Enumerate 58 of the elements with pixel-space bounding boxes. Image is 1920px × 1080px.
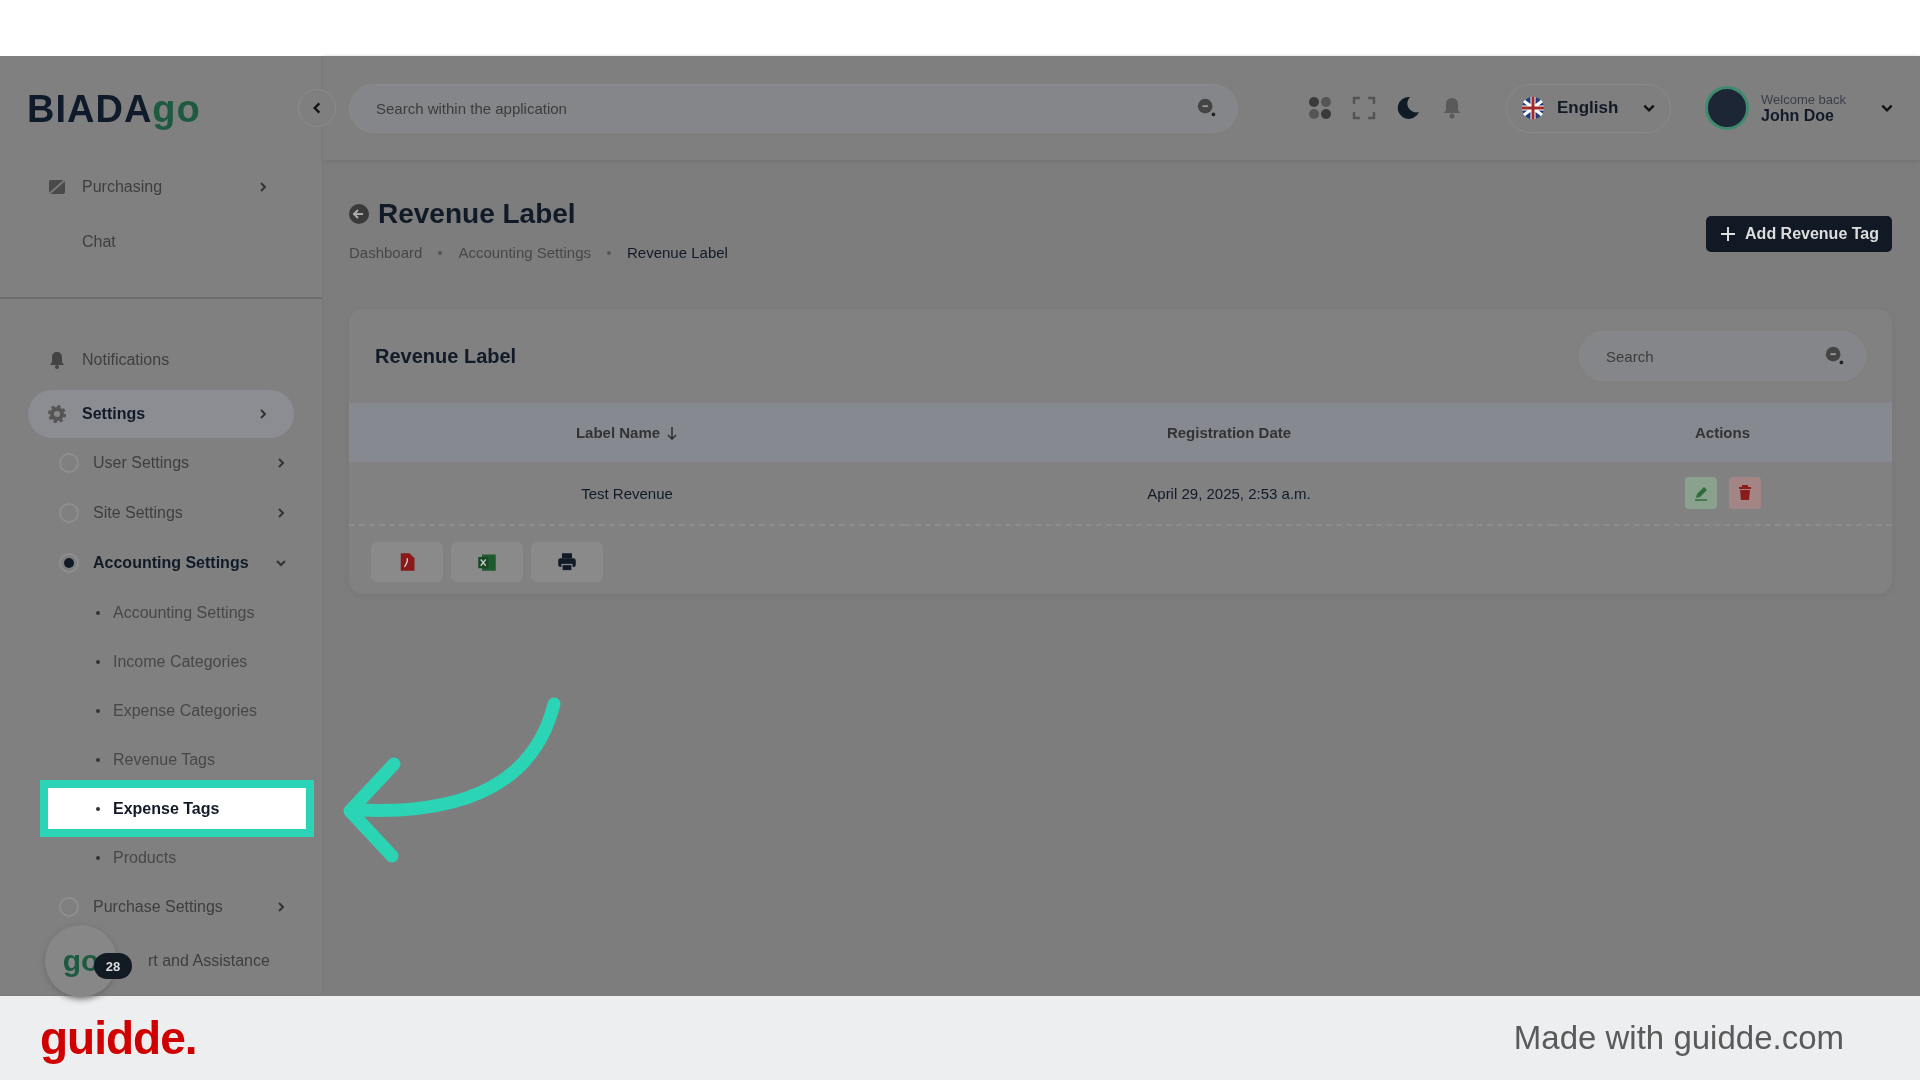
- sidebar-item[interactable]: Products: [113, 848, 177, 867]
- sidebar-item[interactable]: Notifications: [28, 336, 294, 384]
- table-cell: Test Revenue: [349, 462, 905, 525]
- printer-icon: [557, 552, 577, 572]
- pdf-export-button[interactable]: [371, 542, 443, 582]
- search-field[interactable]: Search: [1579, 331, 1866, 381]
- gear-icon: [47, 404, 67, 424]
- sidebar-item[interactable]: Settings: [28, 390, 294, 438]
- sidebar-item[interactable]: Site Settings: [0, 488, 322, 538]
- chevron-right-icon: [257, 408, 269, 420]
- search-icon: [1196, 97, 1218, 119]
- column-header: Actions: [1553, 403, 1892, 462]
- chevron-right-icon: [257, 181, 269, 193]
- radio-icon: [59, 553, 79, 573]
- sidebar-item[interactable]: Expense Tags: [113, 799, 220, 818]
- trash-icon: [1736, 485, 1753, 501]
- flag-icon: [1521, 96, 1545, 120]
- spreadsheet-icon: [477, 552, 497, 572]
- card-title: Revenue Label: [375, 344, 517, 368]
- sidebar-item[interactable]: Revenue Tags: [113, 750, 215, 769]
- sidebar-item[interactable]: Purchasing: [0, 162, 277, 212]
- fullscreen-icon: [1352, 96, 1376, 120]
- sidebar-item[interactable]: Chat: [0, 217, 277, 267]
- delete-button[interactable]: [1728, 477, 1761, 509]
- column-header: Registration Date: [905, 403, 1553, 462]
- sidebar-item[interactable]: Income Categories: [113, 652, 248, 671]
- excel-export-button[interactable]: [451, 542, 523, 582]
- credit-text: Made with guidde.com: [1513, 1019, 1844, 1057]
- sort-arrow-icon: [666, 425, 679, 440]
- box-icon: [47, 177, 67, 197]
- language-selector[interactable]: English: [1506, 83, 1671, 133]
- sidebar-item[interactable]: User Settings: [0, 438, 322, 488]
- search-icon: [1824, 345, 1846, 367]
- sidebar-item[interactable]: Accounting Settings: [0, 538, 322, 588]
- page-title: Revenue Label: [378, 198, 576, 230]
- logo: BIADAgo: [27, 87, 201, 131]
- column-header[interactable]: Label Name: [349, 403, 905, 462]
- edit-button[interactable]: [1684, 477, 1717, 509]
- sidebar-item[interactable]: Expense Categories: [113, 701, 258, 720]
- chevron-right-icon: [275, 507, 287, 519]
- pencil-icon: [1692, 485, 1709, 501]
- bell-icon: [47, 350, 67, 370]
- chevron-right-icon: [275, 901, 287, 913]
- plus-icon: [1720, 226, 1737, 242]
- welcome-text: Welcome back: [1761, 91, 1846, 107]
- chevron-down-icon: [275, 557, 287, 569]
- avatar[interactable]: [1705, 86, 1749, 130]
- table-cell: April 29, 2025, 2:53 a.m.: [905, 462, 1553, 525]
- user-name: John Doe: [1761, 106, 1835, 125]
- add-button[interactable]: Add Revenue Tag: [1706, 216, 1892, 252]
- chevron-right-icon: [275, 457, 287, 469]
- moon-icon: [1396, 96, 1420, 120]
- search-field[interactable]: Search within the application: [349, 83, 1238, 133]
- sidebar-item[interactable]: Accounting Settings: [113, 603, 255, 622]
- sidebar-item[interactable]: rt and Assistance: [148, 952, 270, 970]
- guidde-logo: guidde.: [40, 1011, 197, 1065]
- apps-icon: [1308, 96, 1332, 120]
- print-button[interactable]: [531, 542, 603, 582]
